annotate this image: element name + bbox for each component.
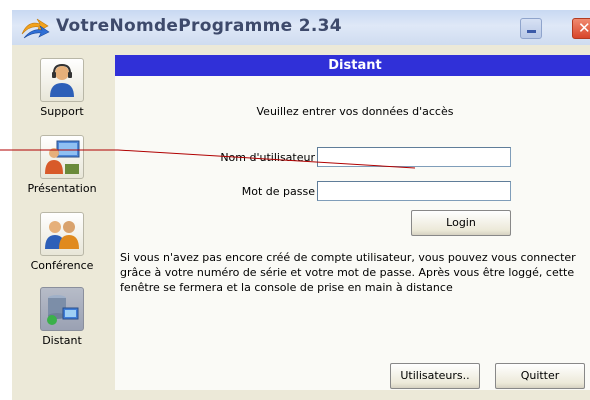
presentation-icon — [45, 140, 80, 174]
window-title: VotreNomdeProgramme 2.34 — [56, 16, 342, 36]
remote-icon — [47, 295, 79, 325]
sidebar-item-presentation[interactable]: Présentation — [17, 135, 107, 195]
minimize-button[interactable] — [520, 18, 542, 39]
intro-text: Veuillez entrer vos données d'accès — [256, 105, 454, 118]
close-button[interactable]: ✕ — [572, 18, 590, 39]
sidebar: Support Présentation Conférence Distant — [12, 50, 109, 360]
password-label: Mot de passe — [241, 185, 315, 198]
password-field[interactable] — [317, 181, 511, 201]
info-text: Si vous n'avez pas encore créé de compte… — [120, 251, 576, 294]
sidebar-item-label: Conférence — [30, 259, 94, 272]
application-window: VotreNomdeProgramme 2.34 ✕ Support Prése… — [12, 10, 590, 400]
username-field[interactable] — [317, 147, 511, 167]
quit-button[interactable]: Quitter — [495, 363, 585, 389]
sidebar-item-label: Support — [40, 105, 84, 118]
title-bar[interactable]: VotreNomdeProgramme 2.34 ✕ — [12, 10, 590, 45]
login-button[interactable]: Login — [411, 210, 511, 236]
remote-panel: Distant Veuillez entrer vos données d'ac… — [115, 55, 590, 390]
sidebar-item-label: Présentation — [27, 182, 97, 195]
support-icon — [50, 63, 74, 97]
sidebar-item-conference[interactable]: Conférence — [17, 212, 107, 272]
users-button[interactable]: Utilisateurs.. — [390, 363, 480, 389]
minimize-icon — [527, 30, 536, 33]
app-logo-icon — [21, 18, 50, 39]
sidebar-item-support[interactable]: Support — [17, 58, 107, 118]
username-label: Nom d'utilisateur — [220, 151, 315, 164]
sidebar-item-label: Distant — [42, 334, 82, 347]
panel-header: Distant — [115, 55, 590, 76]
sidebar-item-remote[interactable]: Distant — [17, 287, 107, 347]
conference-icon — [45, 221, 79, 249]
